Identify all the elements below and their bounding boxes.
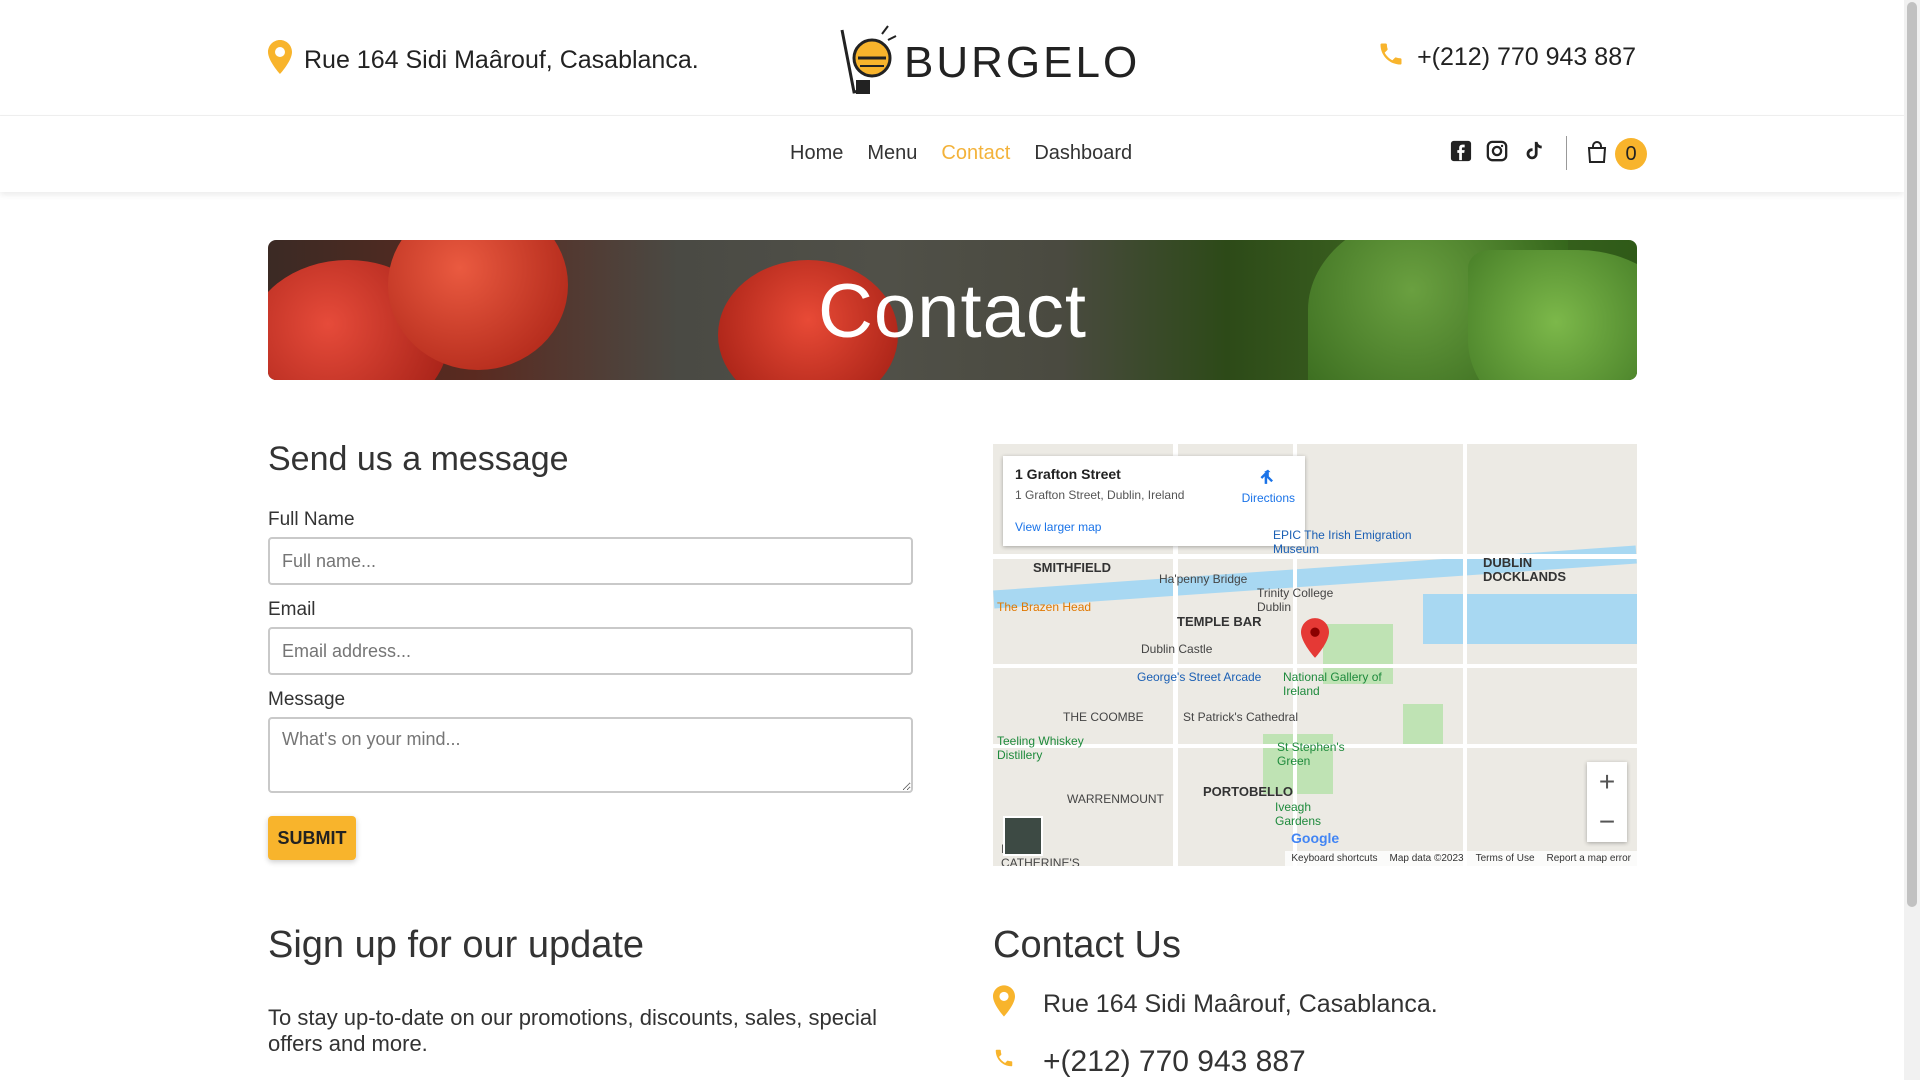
full-name-label: Full Name	[268, 509, 355, 530]
river-docks	[1423, 594, 1637, 644]
location-pin-icon	[268, 40, 292, 81]
view-larger-map-link[interactable]: View larger map	[1015, 520, 1293, 534]
signup-section: Sign up for our update To stay up-to-dat…	[268, 924, 913, 1057]
header-address: Rue 164 Sidi Maârouf, Casablanca.	[268, 40, 699, 81]
map-label-temple-bar: TEMPLE BAR	[1177, 614, 1262, 629]
map-data-text: Map data ©2023	[1389, 853, 1464, 864]
map-label-warrenmount: WARRENMOUNT	[1067, 792, 1164, 806]
map-label-iveagh: Iveagh Gardens	[1275, 800, 1322, 828]
tiktok-icon[interactable]	[1522, 140, 1544, 162]
google-logo: Google	[1291, 830, 1340, 846]
message-label: Message	[268, 689, 346, 710]
instagram-icon[interactable]	[1486, 140, 1508, 162]
google-map[interactable]: 1 Grafton Street 1 Grafton Street, Dubli…	[993, 444, 1637, 866]
map-footer: Keyboard shortcuts Map data ©2023 Terms …	[1285, 851, 1637, 866]
map-label-smithfield: SMITHFIELD	[1033, 560, 1111, 575]
shopping-bag-icon	[1587, 140, 1607, 168]
contact-us-title: Contact Us	[993, 924, 1181, 966]
cart-button[interactable]: 0	[1587, 138, 1647, 170]
email-input[interactable]	[268, 627, 913, 675]
facebook-icon[interactable]	[1450, 140, 1472, 162]
scrollbar-thumb[interactable]	[1907, 2, 1917, 907]
map-label-brazen-head: The Brazen Head	[997, 600, 1092, 614]
contact-us-section: Contact Us Rue 164 Sidi Maârouf, Casabla…	[993, 924, 1637, 1080]
map-zoom-controls: + −	[1587, 762, 1627, 842]
satellite-toggle[interactable]	[1003, 816, 1043, 856]
map-label-national-gallery: National Gallery of Ireland	[1283, 670, 1382, 698]
form-title: Send us a message	[268, 440, 569, 478]
map-label-epic: EPIC The Irish Emigration Museum	[1273, 528, 1412, 556]
signup-text: To stay up-to-date on our promotions, di…	[268, 1005, 877, 1056]
zoom-out-button[interactable]: −	[1587, 802, 1627, 842]
directions-label: Directions	[1241, 491, 1295, 505]
directions-icon	[1242, 468, 1295, 491]
contact-address-row: Rue 164 Sidi Maârouf, Casablanca.	[993, 985, 1637, 1024]
map-label-docklands: DUBLIN DOCKLANDS	[1483, 555, 1567, 584]
place-info-card: 1 Grafton Street 1 Grafton Street, Dubli…	[1003, 456, 1305, 546]
location-pin-icon	[993, 985, 1015, 1024]
phone-icon	[993, 1042, 1015, 1080]
nav-menu: Home Menu Contact Dashboard	[790, 142, 1132, 165]
nav-divider	[1566, 136, 1567, 170]
brand-logo[interactable]: BURGELO	[832, 20, 1140, 105]
header-phone[interactable]: +(212) 770 943 887	[1377, 40, 1636, 75]
directions-button[interactable]: Directions	[1242, 468, 1295, 505]
social-links	[1450, 140, 1544, 162]
main-navbar: Home Menu Contact Dashboard 0	[0, 116, 1904, 192]
email-label: Email	[268, 599, 316, 620]
nav-menu-link[interactable]: Menu	[867, 142, 917, 165]
terms-of-use-link[interactable]: Terms of Use	[1476, 853, 1535, 864]
nav-dashboard[interactable]: Dashboard	[1034, 142, 1132, 165]
contact-form: Send us a message Full Name Email Messag…	[268, 440, 913, 860]
hero-banner: Contact	[268, 240, 1637, 380]
contact-phone-text: +(212) 770 943 887	[1043, 1045, 1306, 1078]
map-label-hapenny: Ha'penny Bridge	[1159, 572, 1248, 586]
map-road	[993, 664, 1637, 668]
full-name-input[interactable]	[268, 537, 913, 585]
page-scrollbar[interactable]	[1904, 0, 1920, 1080]
map-label-georges: George's Street Arcade	[1137, 670, 1262, 684]
hero-title: Contact	[818, 269, 1087, 354]
header-address-text: Rue 164 Sidi Maârouf, Casablanca.	[304, 46, 699, 74]
submit-button[interactable]: SUBMIT	[268, 816, 356, 860]
map-label-patricks: St Patrick's Cathedral	[1183, 710, 1299, 724]
report-map-error-link[interactable]: Report a map error	[1547, 853, 1631, 864]
map-location-pin-icon[interactable]	[1301, 618, 1329, 663]
burger-mascot-icon	[832, 20, 898, 105]
map-label-trinity: Trinity College Dublin	[1257, 586, 1334, 614]
park-area	[1403, 704, 1443, 744]
map-road	[1463, 444, 1467, 866]
phone-icon	[1377, 40, 1405, 75]
map-label-stephens: St Stephen's Green	[1277, 740, 1345, 768]
top-bar: Rue 164 Sidi Maârouf, Casablanca. BURGEL…	[0, 0, 1904, 116]
map-label-portobello: PORTOBELLO	[1203, 784, 1294, 799]
zoom-in-button[interactable]: +	[1587, 762, 1627, 802]
contact-address-text: Rue 164 Sidi Maârouf, Casablanca.	[1043, 990, 1438, 1018]
logo-text: BURGELO	[904, 37, 1141, 87]
map-label-the-coombe: THE COOMBE	[1063, 710, 1144, 724]
map-label-dublin-castle: Dublin Castle	[1141, 642, 1213, 656]
nav-home[interactable]: Home	[790, 142, 843, 165]
cart-count-badge: 0	[1615, 138, 1647, 170]
contact-phone-row: +(212) 770 943 887	[993, 1042, 1637, 1080]
header-phone-text: +(212) 770 943 887	[1417, 43, 1636, 71]
map-label-teeling: Teeling Whiskey Distillery	[997, 734, 1084, 762]
signup-title: Sign up for our update	[268, 924, 645, 966]
nav-contact[interactable]: Contact	[941, 142, 1010, 165]
keyboard-shortcuts-link[interactable]: Keyboard shortcuts	[1291, 853, 1377, 864]
message-textarea[interactable]	[268, 717, 913, 793]
